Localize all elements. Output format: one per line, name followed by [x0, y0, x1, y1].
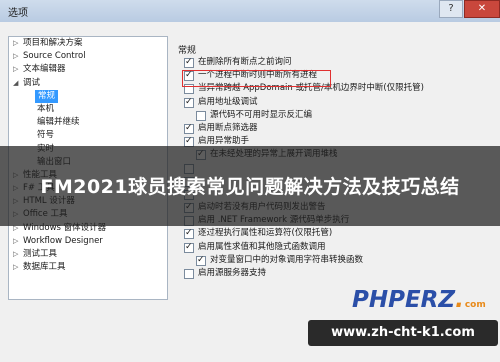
- tree-item-label: 文本编辑器: [23, 64, 66, 75]
- tree-item[interactable]: 编辑并继续: [9, 116, 167, 129]
- tree-item[interactable]: ▷ Source Control: [9, 50, 167, 63]
- option-row[interactable]: 源代码不可用时显示反汇编: [180, 109, 490, 122]
- tree-item[interactable]: ▷ 数据库工具: [9, 261, 167, 274]
- logo-suffix: com: [464, 300, 486, 310]
- option-row[interactable]: 逐过程执行属性和运算符(仅限托管): [180, 227, 490, 241]
- expand-arrow-icon[interactable]: ▷: [13, 50, 21, 63]
- tree-item-label: 常规: [35, 89, 59, 103]
- option-label: 启用源服务器支持: [198, 268, 267, 278]
- logo-dot: .: [455, 287, 464, 313]
- option-checkbox[interactable]: [196, 110, 206, 121]
- option-row[interactable]: 启用源服务器支持: [180, 267, 490, 280]
- expand-arrow-icon[interactable]: ▷: [13, 261, 21, 274]
- expand-arrow-icon[interactable]: ◢: [13, 77, 21, 90]
- tree-item[interactable]: 本机: [9, 103, 167, 116]
- window-title: 选项: [8, 8, 28, 19]
- tree-item-label: Workflow Designer: [23, 235, 103, 246]
- option-label: 对变量窗口中的对象调用字符串转换函数: [210, 254, 364, 265]
- tree-item-label: 项目和解决方案: [23, 38, 83, 48]
- highlight-box: [182, 70, 331, 87]
- option-checkbox[interactable]: [184, 227, 194, 241]
- tree-item-label: 本机: [37, 103, 55, 114]
- tree-item-label: 数据库工具: [23, 262, 66, 273]
- tree-item-label: 编辑并继续: [37, 117, 80, 128]
- expand-arrow-icon[interactable]: ▷: [13, 248, 21, 261]
- window-controls: ? ✕: [438, 0, 500, 18]
- tree-item-label: 符号: [37, 130, 55, 141]
- tree-item-label: 调试: [23, 77, 41, 88]
- option-checkbox[interactable]: [184, 269, 194, 279]
- option-row[interactable]: 在删除所有断点之前询问: [180, 56, 490, 69]
- watermark-url: www.zh-cht-k1.com: [308, 320, 498, 346]
- option-checkbox[interactable]: [184, 56, 194, 69]
- option-checkbox[interactable]: [196, 254, 206, 267]
- section-title: 常规: [178, 46, 197, 56]
- option-checkbox[interactable]: [184, 122, 194, 135]
- help-button[interactable]: ?: [439, 0, 463, 18]
- option-label: 启用地址级调试: [198, 96, 258, 107]
- title-bar: 选项 ? ✕: [0, 0, 500, 22]
- phperz-logo: PHPERZ.com: [352, 287, 486, 313]
- title-banner: FM2021球员搜索常见问题解决方法及技巧总结: [0, 146, 500, 226]
- tree-item[interactable]: ▷ 项目和解决方案: [9, 37, 167, 50]
- tree-item-label: 测试工具: [23, 249, 58, 259]
- tree-item[interactable]: ▷ 文本编辑器: [9, 63, 167, 76]
- option-label: 在删除所有断点之前询问: [198, 57, 292, 67]
- option-checkbox[interactable]: [184, 241, 194, 254]
- option-row[interactable]: 启用断点筛选器: [180, 122, 490, 135]
- expand-arrow-icon[interactable]: ▷: [13, 63, 21, 76]
- option-label: 源代码不可用时显示反汇编: [210, 109, 313, 120]
- tree-item[interactable]: ▷ Workflow Designer: [9, 235, 167, 248]
- tree-item[interactable]: 常规: [9, 89, 167, 103]
- option-row[interactable]: 启用地址级调试: [180, 96, 490, 109]
- option-row[interactable]: 对变量窗口中的对象调用字符串转换函数: [180, 254, 490, 267]
- tree-item[interactable]: 符号: [9, 129, 167, 142]
- banner-title: FM2021球员搜索常见问题解决方法及技巧总结: [40, 176, 460, 198]
- option-row[interactable]: 启用属性求值和其他隐式函数调用: [180, 241, 490, 254]
- expand-arrow-icon[interactable]: ▷: [13, 235, 21, 248]
- option-label: 启用属性求值和其他隐式函数调用: [198, 241, 326, 252]
- close-button[interactable]: ✕: [464, 0, 500, 18]
- option-checkbox[interactable]: [184, 96, 194, 109]
- tree-item-label: Source Control: [23, 51, 86, 62]
- option-label: 逐过程执行属性和运算符(仅限托管): [198, 228, 333, 239]
- option-label: 启用断点筛选器: [198, 122, 258, 133]
- tree-item[interactable]: ◢ 调试: [9, 77, 167, 90]
- expand-arrow-icon[interactable]: ▷: [13, 37, 21, 50]
- tree-item[interactable]: ▷ 测试工具: [9, 248, 167, 261]
- logo-text: PHPERZ: [352, 287, 456, 313]
